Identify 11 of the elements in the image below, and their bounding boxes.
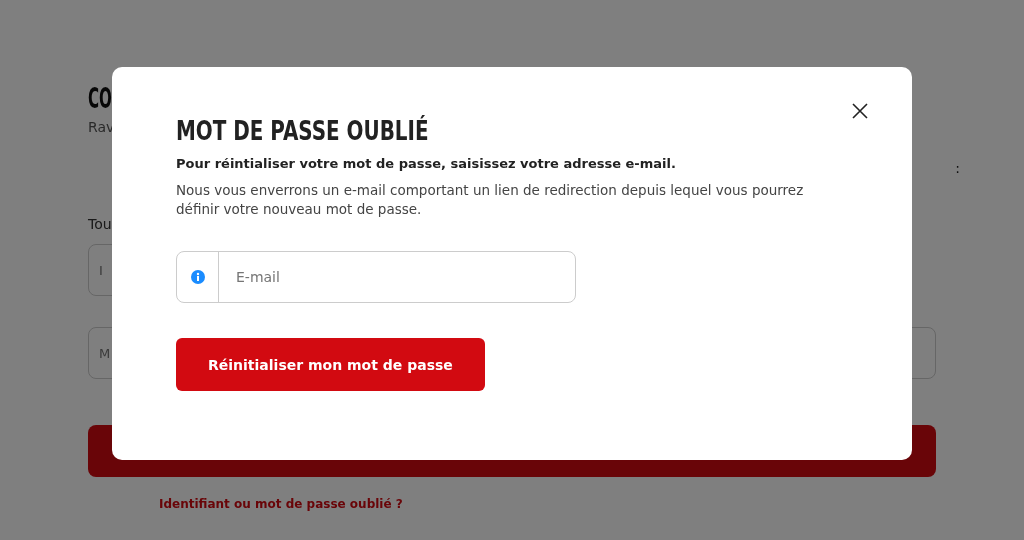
dialog-title: MOT DE PASSE OUBLIÉ (176, 115, 430, 146)
reset-password-button[interactable]: Réinitialiser mon mot de passe (176, 338, 485, 391)
page-text: : (955, 160, 960, 176)
close-icon[interactable] (852, 103, 868, 119)
info-icon (190, 270, 205, 284)
dialog-description: Nous vous enverrons un e-mail comportant un lien de redirection depuis lequel vous pourrez définir votre nouveau mot de passe. (176, 181, 805, 219)
page-title: CO (88, 82, 112, 115)
page-text: Tou (88, 216, 113, 232)
forgot-password-link[interactable]: Identifiant ou mot de passe oublié ? (159, 497, 936, 511)
dialog-lead: Pour réintialiser votre mot de passe, saisissez votre adresse e-mail. (176, 156, 677, 171)
email-field[interactable]: E-mail (176, 251, 576, 303)
